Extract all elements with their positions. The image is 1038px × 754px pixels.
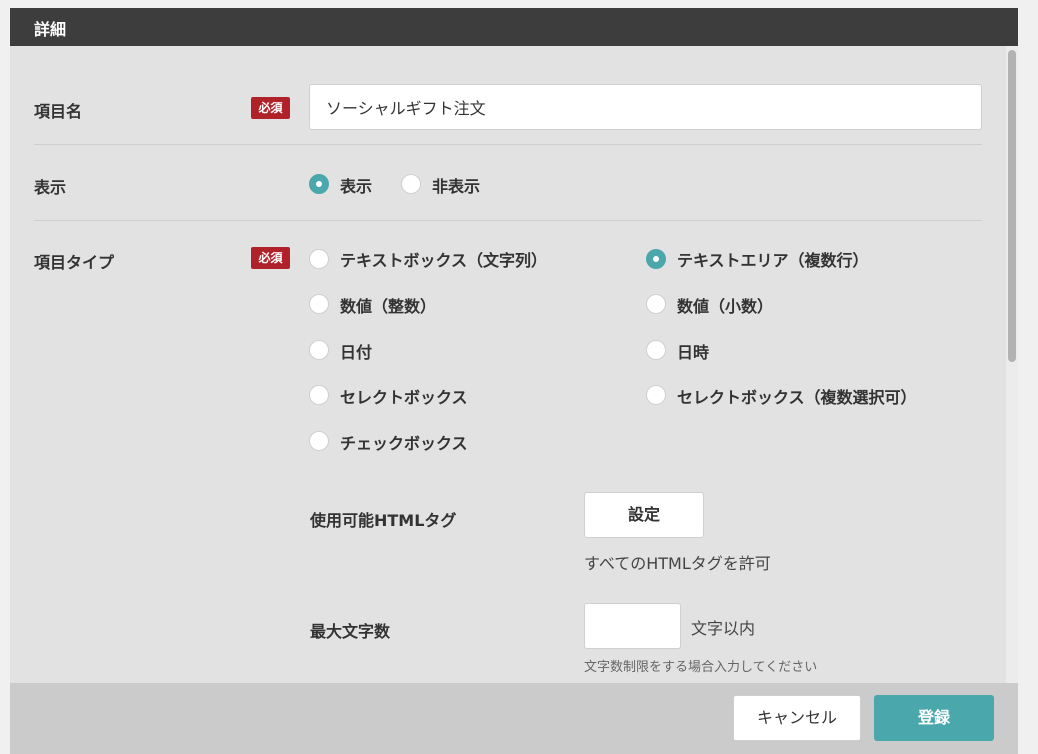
- html-tags-note: すべてのHTMLタグを許可: [584, 554, 771, 573]
- divider: [34, 144, 982, 145]
- max-chars-hint: 文字数制限をする場合入力してください: [584, 660, 818, 675]
- type-textarea-label[interactable]: テキストエリア（複数行）: [677, 247, 869, 271]
- type-textbox-label[interactable]: テキストボックス（文字列）: [340, 247, 547, 271]
- html-tags-label: 使用可能HTMLタグ: [310, 511, 457, 530]
- item-name-required-badge: 必須: [251, 97, 290, 119]
- display-label: 表示: [34, 178, 67, 197]
- footer-bar: キャンセル 登録: [10, 683, 1018, 754]
- panel-header: 詳細: [10, 8, 1018, 46]
- scrollbar-thumb[interactable]: [1008, 50, 1016, 362]
- type-datetime-radio[interactable]: [646, 340, 666, 360]
- html-tags-settings-button[interactable]: 設定: [584, 492, 704, 538]
- type-select-radio[interactable]: [309, 385, 329, 405]
- submit-button[interactable]: 登録: [874, 695, 994, 741]
- type-checkbox-radio[interactable]: [309, 431, 329, 451]
- type-date-radio[interactable]: [309, 340, 329, 360]
- display-hide-label[interactable]: 非表示: [432, 173, 480, 197]
- type-date-label[interactable]: 日付: [340, 339, 372, 363]
- divider: [34, 220, 982, 221]
- type-textbox-radio[interactable]: [309, 249, 329, 269]
- type-multiselect-radio[interactable]: [646, 385, 666, 405]
- cancel-button[interactable]: キャンセル: [733, 695, 861, 741]
- panel-title: 詳細: [34, 20, 67, 39]
- type-checkbox-label[interactable]: チェックボックス: [340, 430, 468, 454]
- type-decimal-radio[interactable]: [646, 294, 666, 314]
- type-datetime-label[interactable]: 日時: [677, 339, 709, 363]
- scrollbar[interactable]: [1006, 46, 1018, 683]
- type-integer-label[interactable]: 数値（整数）: [340, 293, 436, 317]
- max-chars-input[interactable]: [584, 603, 681, 649]
- detail-panel: 詳細 項目名 必須 表示 表示 非表示 項目タイプ 必須 テキストボックス（文字…: [10, 8, 1018, 754]
- type-textarea-radio[interactable]: [646, 249, 666, 269]
- type-multiselect-label[interactable]: セレクトボックス（複数選択可）: [677, 384, 917, 408]
- item-name-label: 項目名: [34, 102, 83, 121]
- max-chars-label: 最大文字数: [310, 622, 391, 641]
- max-chars-suffix: 文字以内: [691, 619, 756, 638]
- type-select-label[interactable]: セレクトボックス: [340, 384, 468, 408]
- item-type-required-badge: 必須: [251, 247, 290, 269]
- item-name-input[interactable]: [309, 84, 982, 130]
- type-integer-radio[interactable]: [309, 294, 329, 314]
- type-decimal-label[interactable]: 数値（小数）: [677, 293, 773, 317]
- display-hide-radio[interactable]: [401, 174, 421, 194]
- item-type-label: 項目タイプ: [34, 253, 115, 272]
- display-show-label[interactable]: 表示: [340, 173, 372, 197]
- display-show-radio[interactable]: [309, 174, 329, 194]
